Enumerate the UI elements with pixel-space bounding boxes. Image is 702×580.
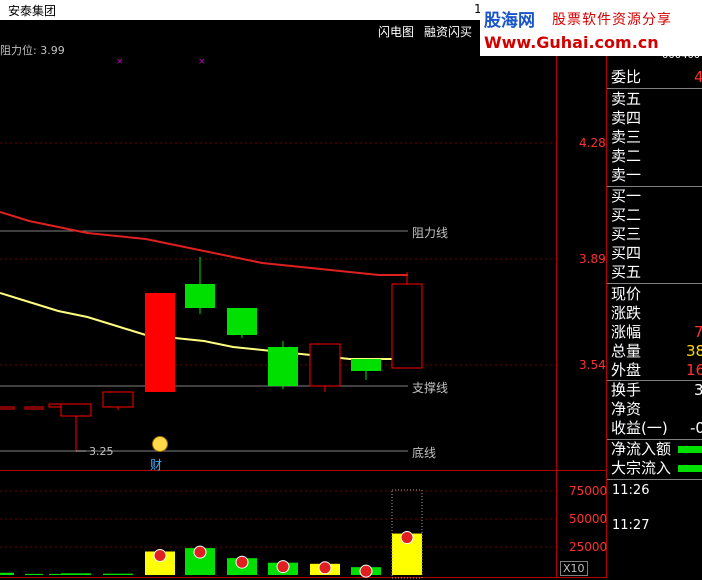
- volume-bar: [0, 572, 14, 575]
- panel-divider-3: [607, 283, 702, 284]
- volume-tick-3: 25000: [569, 540, 608, 554]
- buy-level: 买二: [611, 206, 642, 224]
- flow-block: 净流入额 大宗流入: [611, 440, 671, 478]
- candle-body: [309, 343, 341, 387]
- candle-body: [185, 284, 215, 308]
- price-tick-3: 3.54: [579, 358, 606, 372]
- ma-long-line: [0, 211, 408, 276]
- bottom-line-label: 底线: [412, 446, 437, 460]
- volume-bar: [25, 573, 43, 575]
- candle-body: [351, 359, 381, 371]
- net-inflow-bar: [678, 446, 702, 453]
- stat-label-turnover: 换手: [611, 381, 642, 399]
- support-line-label: 支撑线: [412, 381, 449, 395]
- sell-level: 卖四: [611, 109, 642, 127]
- volume-marker-icon: [276, 560, 290, 574]
- candle-body: [227, 308, 257, 335]
- committee-ratio-label: 委比: [611, 68, 642, 86]
- stat-value-change-pct: 7: [694, 323, 702, 341]
- stats-block: 现价 涨跌 涨幅 总量 外盘: [611, 285, 641, 380]
- finance-label[interactable]: 财: [150, 456, 162, 473]
- candle-body: [60, 403, 92, 417]
- price-tick-2: 3.89: [579, 252, 606, 266]
- stat-value-earnings: -0: [690, 419, 702, 437]
- volume-tick-1: 75000: [569, 484, 608, 498]
- price-tick-1: 4.28: [579, 136, 606, 150]
- top-partial-number: 000400: [662, 50, 701, 61]
- tick-time-1: 11:26: [612, 483, 650, 498]
- buy-level: 买一: [611, 187, 642, 205]
- stat-label-change: 涨跌: [611, 304, 642, 322]
- volume-unit-badge: X10: [560, 561, 588, 576]
- volume-marker-icon: [153, 548, 167, 562]
- sell-level: 卖一: [611, 166, 642, 184]
- flow-label-net-inflow: 净流入额: [611, 440, 672, 458]
- smiley-icon[interactable]: [152, 436, 168, 452]
- stat-label-net-asset: 净资: [611, 400, 642, 418]
- candle-body: [24, 406, 44, 410]
- volume-marker-icon: [235, 555, 249, 569]
- volume-bar: [103, 573, 133, 575]
- committee-ratio-value: 4: [694, 68, 702, 86]
- volume-tick-2: 50000: [569, 512, 608, 526]
- buy-levels: 买一 买二 买三 买四 买五: [611, 187, 641, 282]
- panel-divider-1: [607, 88, 702, 89]
- buy-level: 买四: [611, 244, 642, 262]
- panel-divider-6: [607, 479, 702, 480]
- low-price-annotation: 3.25: [89, 445, 114, 458]
- candle-body: [0, 406, 15, 410]
- volume-marker-icon: [318, 561, 332, 575]
- candle-body: [145, 293, 175, 392]
- stat-value-outer: 16: [686, 361, 702, 379]
- candle-body: [102, 391, 134, 408]
- sell-levels: 卖五 卖四 卖三 卖二 卖一: [611, 90, 641, 185]
- stat-label-earnings: 收益(一): [611, 419, 668, 437]
- volume-marker-icon: [400, 531, 414, 545]
- tick-time-2: 11:27: [612, 518, 650, 533]
- volume-bar: [61, 573, 91, 575]
- sell-level: 卖五: [611, 90, 642, 108]
- sell-level: 卖三: [611, 128, 642, 146]
- flow-label-block-inflow: 大宗流入: [611, 459, 672, 477]
- sell-level: 卖二: [611, 147, 642, 165]
- volume-marker-icon: [359, 564, 373, 578]
- candle-body: [268, 347, 298, 386]
- stat-value-volume: 38: [686, 342, 702, 360]
- candle-body: [391, 283, 423, 369]
- stat-value-turnover: 3: [694, 381, 702, 399]
- stats2-block: 换手 净资 收益(一): [611, 381, 668, 438]
- stat-label-volume: 总量: [611, 342, 642, 360]
- block-inflow-bar: [678, 465, 702, 472]
- volume-marker-icon: [193, 545, 207, 559]
- stat-label-price: 现价: [611, 285, 642, 303]
- buy-level: 买五: [611, 263, 642, 281]
- buy-level: 买三: [611, 225, 642, 243]
- stat-label-outer: 外盘: [611, 361, 642, 379]
- stat-label-change-pct: 涨幅: [611, 323, 642, 341]
- committee-ratio-row: 委比: [611, 68, 641, 87]
- resistance-line-label: 阻力线: [412, 226, 449, 240]
